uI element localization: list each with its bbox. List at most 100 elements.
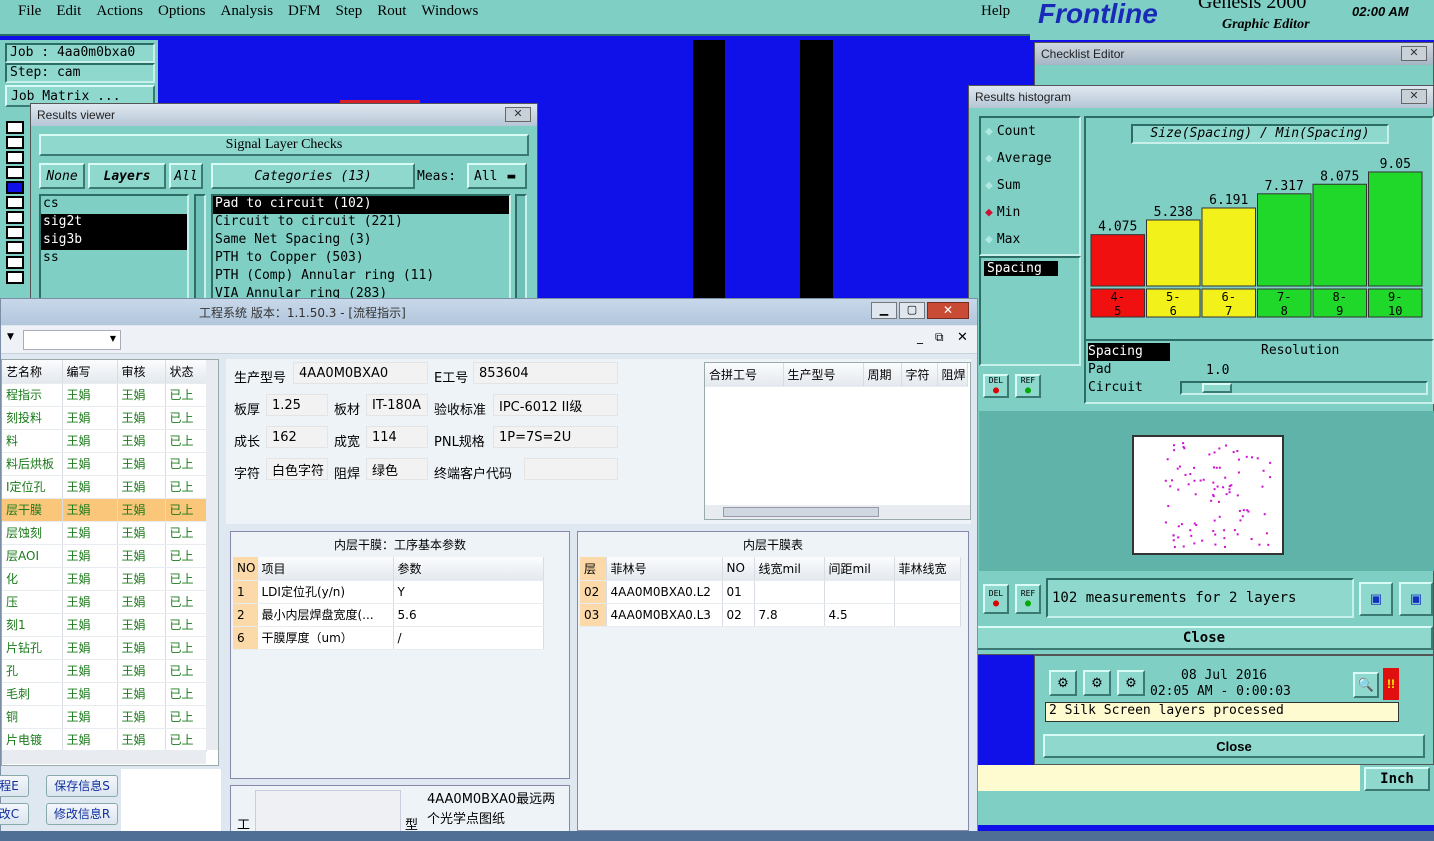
layers-button[interactable]: Layers (88, 163, 166, 189)
table-row[interactable]: 片电镀 王娟 王娟 已上 (2, 728, 207, 752)
all-button[interactable]: All (169, 163, 203, 189)
column-header[interactable]: 编写 (62, 360, 118, 384)
table-row[interactable]: 刻投料 王娟 王娟 已上 (2, 406, 207, 430)
mat-field[interactable]: IT-180A (366, 394, 428, 416)
layer-toggle-icon[interactable] (6, 271, 24, 284)
type-list-item[interactable]: Spacing (1088, 343, 1170, 361)
table-row[interactable]: 铜王娟 王娟 已上 (2, 705, 207, 729)
column-header[interactable]: 菲林线宽 (894, 557, 961, 581)
layer-toggle-icon[interactable] (6, 151, 24, 164)
column-header[interactable]: 项目 (257, 557, 394, 581)
histogram-bar[interactable] (1201, 207, 1256, 287)
run-icon-2[interactable]: ⚙ (1083, 670, 1111, 696)
table-row[interactable]: 03 4AA0M0BXA0.L3 02 7.8 4.5 (580, 603, 961, 627)
table-row[interactable]: 料王娟 王娟 已上 (2, 429, 207, 453)
panel-hscroll[interactable] (705, 505, 970, 519)
magnify-icon[interactable]: 🔍 (1353, 672, 1379, 698)
measure-list-item[interactable]: Spacing (984, 261, 1058, 276)
status-close-button[interactable]: Close (1043, 734, 1425, 758)
category-list-item[interactable]: PTH (Comp) Annular ring (11) (213, 268, 509, 286)
pnl-field[interactable]: 1P=7S=2U (493, 426, 618, 448)
column-header[interactable]: 菲林号 (606, 557, 723, 581)
mask-field[interactable]: 绿色 (366, 458, 428, 480)
layer-toggle-icon[interactable] (6, 226, 24, 239)
menu-step[interactable]: Step (336, 3, 363, 20)
mode-max-radio[interactable]: ◆ Max (981, 226, 1079, 253)
type-list-item[interactable]: Pad (1088, 361, 1170, 379)
del-button-2[interactable]: DEL ● (983, 584, 1009, 614)
table-row[interactable]: 刻1 王娟 王娟 已上 (2, 613, 207, 637)
table-row[interactable]: 料后烘板 王娟 王娟 已上 (2, 452, 207, 476)
layer-toggle-icon[interactable] (6, 241, 24, 254)
erp-action-button[interactable]: 保存信息S (46, 775, 118, 797)
mode-average-radio[interactable]: ◆ Average (981, 145, 1079, 172)
layer-toggle-icon[interactable] (6, 166, 24, 179)
column-header[interactable]: 艺名称 (2, 360, 63, 384)
table-row[interactable]: 02 4AA0M0BXA0.L2 01 (580, 580, 961, 604)
table-row[interactable]: 层干膜 王娟 王娟 已上 (2, 498, 207, 522)
minimize-icon[interactable]: ▁ (871, 302, 897, 319)
zoom-fit-icon[interactable]: ▣ (1399, 582, 1433, 616)
column-header[interactable]: 间距mil (824, 557, 895, 581)
filter-combo[interactable]: ▼ (23, 330, 121, 350)
menu-edit[interactable]: Edit (56, 3, 81, 20)
units-dropdown[interactable]: Inch (1364, 767, 1430, 791)
menu-windows[interactable]: Windows (421, 3, 478, 20)
close-icon[interactable]: ✕ (505, 107, 531, 122)
category-list-item[interactable]: PTH to Copper (503) (213, 250, 509, 268)
model-field[interactable]: 4AA0M0BXA0 (293, 362, 428, 384)
close-icon[interactable]: ✕ (927, 302, 969, 319)
mode-sum-radio[interactable]: ◆ Sum (981, 172, 1079, 199)
menu-analysis[interactable]: Analysis (221, 3, 274, 20)
char-field[interactable]: 白色字符 (266, 458, 328, 480)
child-close-icon[interactable]: ✕ (957, 330, 968, 345)
child-minimize-icon[interactable]: _ (917, 330, 923, 344)
table-row[interactable]: 片钻孔 王娟 王娟 已上 (2, 636, 207, 660)
category-list-item[interactable]: Pad to circuit (102) (213, 196, 509, 214)
histogram-close-button[interactable]: Close (975, 626, 1433, 650)
table-row[interactable]: 压王娟 王娟 已上 (2, 590, 207, 614)
table-row[interactable]: 孔王娟 王娟 已上 (2, 659, 207, 683)
table-row[interactable]: I定位孔 王娟 王娟 已上 (2, 475, 207, 499)
column-header[interactable]: 合拼工号 (705, 363, 784, 387)
layer-toggle-icon[interactable] (6, 196, 24, 209)
histogram-bar[interactable] (1368, 171, 1423, 287)
categories-button[interactable]: Categories (13) (211, 163, 415, 189)
column-header[interactable]: 审核 (117, 360, 166, 384)
histogram-bar[interactable] (1146, 219, 1201, 287)
layer-list-item[interactable]: sig2t (41, 214, 187, 232)
column-header[interactable]: 状态 (165, 360, 207, 384)
len-field[interactable]: 162 (266, 426, 328, 448)
erp-action-button[interactable]: 修改信息R (46, 803, 118, 825)
column-header[interactable]: 参数 (393, 557, 544, 581)
ref-button-2[interactable]: REF ● (1015, 584, 1041, 614)
dropdown-icon[interactable]: ▼ (7, 332, 14, 342)
type-list-item[interactable]: Circuit (1088, 379, 1170, 397)
menu-dfm[interactable]: DFM (288, 3, 321, 20)
layer-toggle-icon[interactable] (6, 211, 24, 224)
categories-scrollbar[interactable] (515, 194, 527, 304)
layer-list-item[interactable]: sig3b (41, 232, 187, 250)
column-header[interactable]: 周期 (863, 363, 902, 387)
column-header[interactable]: 阻焊 (937, 363, 968, 387)
zoom-results-icon[interactable]: ▣ (1359, 582, 1393, 616)
close-icon[interactable]: ✕ (1401, 89, 1427, 104)
layer-toggle-icon[interactable] (6, 136, 24, 149)
erp-action-button[interactable]: 改C (0, 803, 29, 825)
process-vscroll[interactable] (206, 360, 218, 750)
histogram-bar[interactable] (1257, 193, 1312, 287)
thick-field[interactable]: 1.25 (266, 394, 328, 416)
eno-field[interactable]: 853604 (473, 362, 618, 384)
histogram-bar[interactable] (1090, 234, 1145, 287)
column-header[interactable]: 层 (580, 557, 607, 581)
category-list-item[interactable]: Circuit to circuit (221) (213, 214, 509, 232)
meas-dropdown[interactable]: All ▬ (467, 163, 527, 189)
column-header[interactable]: 生产型号 (783, 363, 864, 387)
layer-toggle-icon[interactable] (6, 121, 24, 134)
resolution-slider[interactable] (1180, 381, 1428, 395)
del-button[interactable]: DEL ● (983, 374, 1009, 398)
layer-toggle-icon[interactable] (6, 181, 24, 194)
table-row[interactable]: 层AOI 王娟 王娟 已上 (2, 544, 207, 568)
std-field[interactable]: IPC-6012 II级 (493, 394, 618, 416)
slider-thumb[interactable] (1202, 383, 1232, 393)
